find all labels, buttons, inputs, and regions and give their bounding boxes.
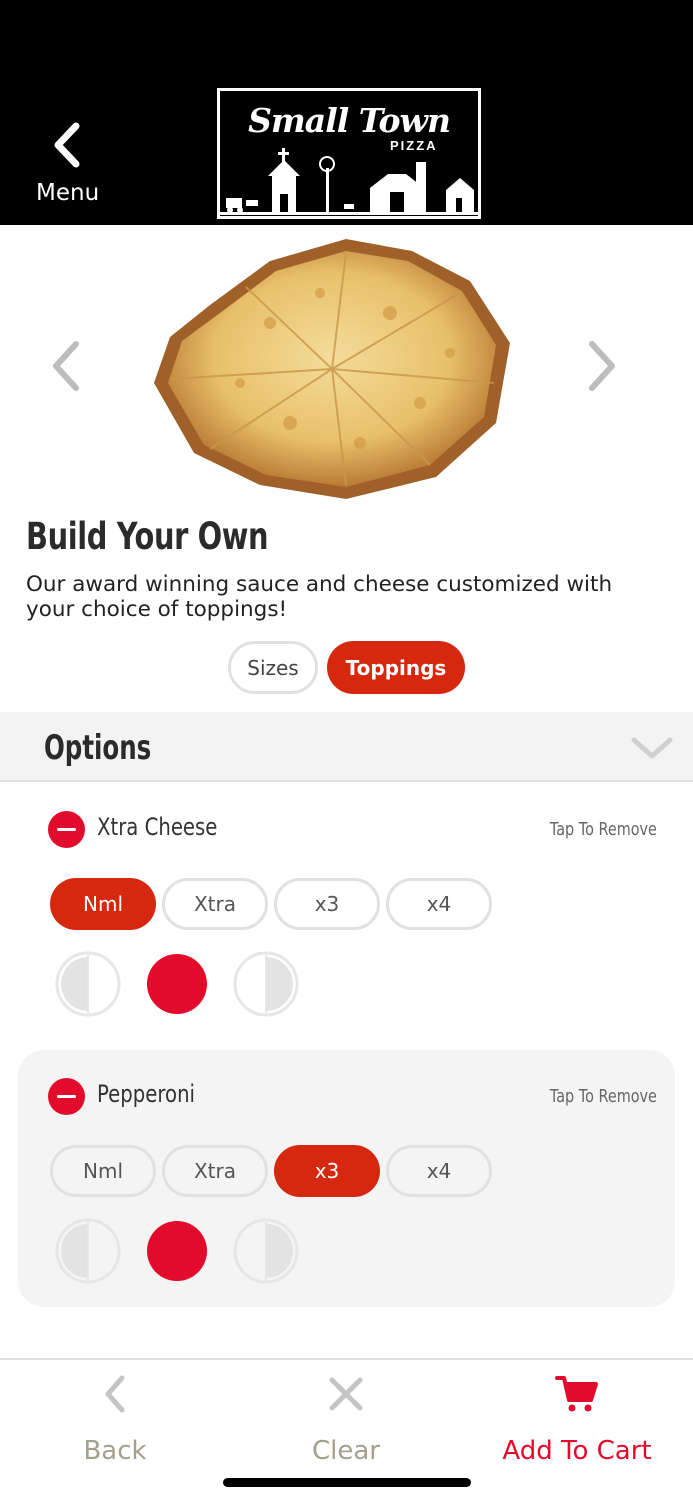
- add-to-cart-button[interactable]: Add To Cart: [477, 1374, 677, 1474]
- right-half-icon[interactable]: [233, 951, 299, 1017]
- options-title: Options: [44, 728, 152, 768]
- option-name: Xtra Cheese: [97, 813, 218, 841]
- chevron-left-icon: [54, 122, 80, 168]
- right-half-icon[interactable]: [233, 1218, 299, 1284]
- options-section-header[interactable]: Options: [0, 712, 693, 782]
- app-header: Menu Small Town PIZZA: [0, 0, 693, 225]
- pizza-image: [154, 239, 510, 499]
- back-button[interactable]: Back: [15, 1374, 215, 1474]
- chevron-right-icon[interactable]: [586, 340, 618, 392]
- close-icon: [329, 1377, 363, 1411]
- home-indicator: [223, 1478, 471, 1487]
- product-image-carousel: [0, 225, 693, 510]
- remove-hint[interactable]: Tap To Remove: [550, 819, 657, 840]
- minus-circle-icon[interactable]: [48, 811, 85, 848]
- left-half-icon[interactable]: [55, 951, 121, 1017]
- chevron-down-icon[interactable]: [630, 736, 674, 760]
- amount-x3-button[interactable]: x3: [274, 1145, 380, 1197]
- amount-nml-button[interactable]: Nml: [50, 878, 156, 930]
- minus-circle-icon[interactable]: [48, 1078, 85, 1115]
- logo-script-text: Small Town: [248, 101, 451, 140]
- clear-button[interactable]: Clear: [246, 1374, 446, 1474]
- amount-xtra-button[interactable]: Xtra: [162, 878, 268, 930]
- tab-toppings[interactable]: Toppings: [327, 641, 465, 694]
- product-title: Build Your Own: [26, 515, 269, 558]
- menu-back-label: Menu: [36, 180, 100, 206]
- whole-portion-icon[interactable]: [144, 951, 210, 1017]
- product-description: Our award winning sauce and cheese custo…: [26, 572, 613, 622]
- brand-logo: Small Town PIZZA: [217, 88, 481, 219]
- amount-x4-button[interactable]: x4: [386, 1145, 492, 1197]
- chevron-left-icon[interactable]: [50, 340, 82, 392]
- tab-sizes[interactable]: Sizes: [228, 641, 318, 694]
- amount-x3-button[interactable]: x3: [274, 878, 380, 930]
- option-name: Pepperoni: [97, 1080, 196, 1108]
- amount-nml-button[interactable]: Nml: [50, 1145, 156, 1197]
- back-label: Back: [83, 1436, 147, 1466]
- whole-portion-icon[interactable]: [144, 1218, 210, 1284]
- cart-icon: [555, 1376, 598, 1412]
- amount-x4-button[interactable]: x4: [386, 878, 492, 930]
- option-card-xtra-cheese: Xtra Cheese Tap To Remove Nml Xtra x3 x4: [18, 783, 675, 1040]
- add-to-cart-label: Add To Cart: [502, 1436, 652, 1466]
- amount-xtra-button[interactable]: Xtra: [162, 1145, 268, 1197]
- menu-back-button[interactable]: Menu: [30, 118, 110, 210]
- clear-label: Clear: [312, 1436, 380, 1466]
- chevron-left-icon: [105, 1375, 125, 1413]
- left-half-icon[interactable]: [55, 1218, 121, 1284]
- town-skyline-icon: [220, 148, 478, 215]
- option-card-pepperoni: Pepperoni Tap To Remove Nml Xtra x3 x4: [18, 1050, 675, 1307]
- remove-hint[interactable]: Tap To Remove: [550, 1086, 657, 1107]
